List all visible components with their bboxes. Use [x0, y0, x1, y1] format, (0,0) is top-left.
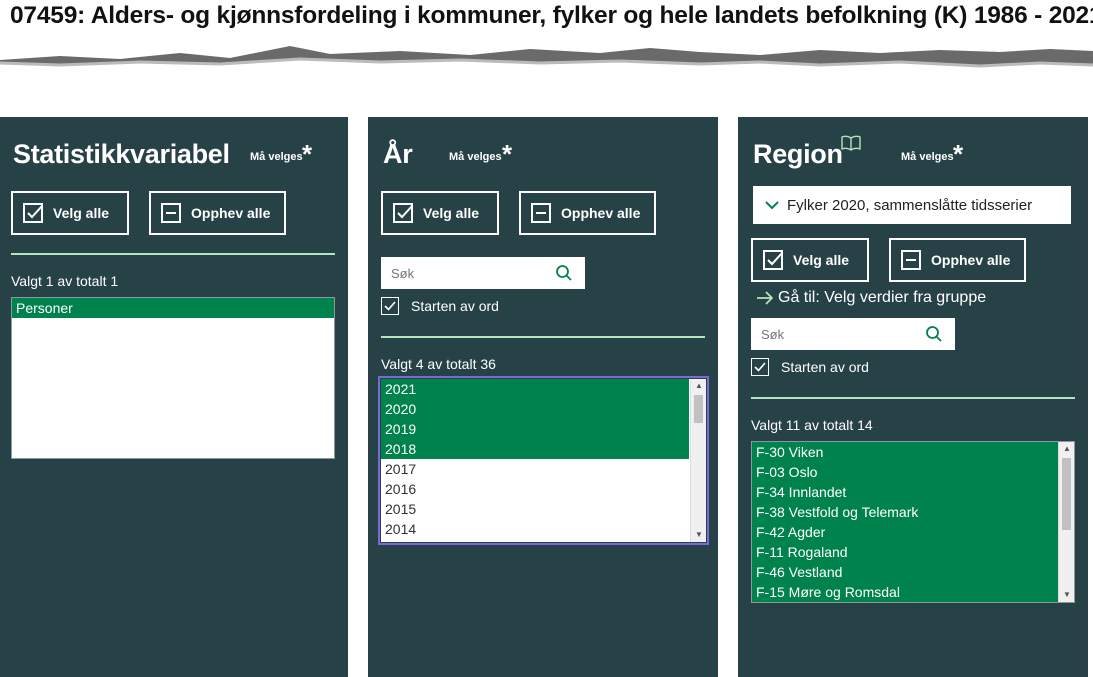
search-input[interactable] — [381, 264, 543, 282]
list-item[interactable]: F-30 Viken — [752, 442, 1058, 462]
aar-listbox[interactable]: 2021 2020 2019 2018 2017 2016 2015 2014 … — [381, 379, 706, 542]
deselect-all-label: Opphev alle — [931, 252, 1011, 268]
page-title: 07459: Alders- og kjønnsfordeling i komm… — [10, 2, 1093, 29]
select-all-label: Velg alle — [793, 252, 850, 268]
word-start-checkbox[interactable]: Starten av ord — [751, 358, 869, 376]
list-item[interactable]: F-11 Rogaland — [752, 542, 1058, 562]
panel-title: Statistikkvariabel — [13, 139, 230, 169]
checkbox-checked-icon — [23, 203, 43, 223]
checkbox-checked-icon[interactable] — [381, 297, 399, 315]
scroll-down-arrow-icon[interactable]: ▼ — [695, 531, 703, 539]
checkbox-checked-icon — [763, 250, 783, 270]
deselect-all-button[interactable]: Opphev alle — [519, 191, 656, 235]
chevron-down-icon — [765, 201, 779, 210]
list-item[interactable]: 2016 — [381, 479, 689, 499]
scroll-thumb[interactable] — [1062, 458, 1071, 530]
deselect-all-button[interactable]: Opphev alle — [889, 238, 1026, 282]
panel-title: År — [383, 139, 413, 169]
required-label: Må velges — [250, 151, 303, 163]
selection-count: Valgt 4 av totalt 36 — [381, 356, 496, 372]
checkbox-checked-icon — [393, 203, 413, 223]
word-start-label: Starten av ord — [411, 298, 499, 314]
deselect-all-label: Opphev alle — [561, 205, 641, 221]
required-label: Må velges — [901, 151, 954, 163]
statistikkvariabel-panel: Statistikkvariabel Må velges * Velg alle… — [0, 117, 348, 677]
scrollbar[interactable]: ▲ ▼ — [1058, 442, 1074, 602]
search-field[interactable] — [751, 318, 955, 350]
scroll-up-arrow-icon[interactable]: ▲ — [695, 382, 703, 390]
required-star: * — [953, 139, 964, 169]
region-grouping-dropdown[interactable]: Fylker 2020, sammenslåtte tidsserier — [753, 186, 1071, 224]
search-field[interactable] — [381, 257, 585, 289]
list-item[interactable]: F-15 Møre og Romsdal — [752, 582, 1058, 602]
list-item[interactable]: 2015 — [381, 499, 689, 519]
select-all-label: Velg alle — [423, 205, 480, 221]
list-item[interactable]: F-42 Agder — [752, 522, 1058, 542]
selection-count: Valgt 11 av totalt 14 — [751, 417, 873, 433]
search-icon[interactable] — [925, 325, 943, 343]
list-item[interactable]: 2017 — [381, 459, 689, 479]
list-item[interactable]: Personer — [12, 298, 334, 318]
search-input[interactable] — [751, 325, 913, 343]
required-star: * — [502, 139, 513, 169]
search-icon[interactable] — [555, 264, 573, 282]
deselect-all-label: Opphev alle — [191, 205, 271, 221]
scroll-up-arrow-icon[interactable]: ▲ — [1063, 445, 1071, 453]
list-item[interactable]: F-34 Innlandet — [752, 482, 1058, 502]
scroll-down-arrow-icon[interactable]: ▼ — [1063, 591, 1071, 599]
book-icon[interactable] — [841, 135, 861, 151]
list-item[interactable]: F-46 Vestland — [752, 562, 1058, 582]
region-listbox[interactable]: F-30 Viken F-03 Oslo F-34 Innlandet F-38… — [751, 441, 1075, 603]
required-star: * — [302, 139, 313, 169]
goto-group-label: Gå til: Velg verdier fra gruppe — [778, 289, 987, 306]
goto-group-link[interactable]: Gå til: Velg verdier fra gruppe — [756, 289, 986, 307]
divider — [11, 253, 335, 255]
selection-count: Valgt 1 av totalt 1 — [11, 273, 119, 289]
scrollbar[interactable]: ▲ ▼ — [690, 379, 706, 542]
list-item[interactable]: 2019 — [381, 419, 689, 439]
select-all-button[interactable]: Velg alle — [381, 191, 499, 235]
arrow-right-icon — [757, 291, 774, 305]
list-item[interactable]: 2018 — [381, 439, 689, 459]
list-item[interactable]: 2020 — [381, 399, 689, 419]
aar-panel: År Må velges * Velg alle Opphev alle Sta… — [368, 117, 718, 677]
deselect-all-button[interactable]: Opphev alle — [149, 191, 286, 235]
select-all-button[interactable]: Velg alle — [751, 238, 869, 282]
select-all-button[interactable]: Velg alle — [11, 191, 129, 235]
panel-title: Region — [753, 139, 843, 169]
checkbox-minus-icon — [161, 203, 181, 223]
divider — [381, 336, 705, 338]
statistikk-listbox[interactable]: Personer — [11, 297, 335, 459]
torn-edge-decoration — [0, 46, 1093, 68]
required-label: Må velges — [449, 151, 502, 163]
list-item[interactable]: 2021 — [381, 379, 689, 399]
checkbox-minus-icon — [901, 250, 921, 270]
scroll-thumb[interactable] — [694, 395, 703, 423]
divider — [751, 397, 1075, 399]
list-item[interactable]: 2014 — [381, 519, 689, 539]
checkbox-minus-icon — [531, 203, 551, 223]
list-item[interactable]: F-38 Vestfold og Telemark — [752, 502, 1058, 522]
checkbox-checked-icon[interactable] — [751, 358, 769, 376]
word-start-label: Starten av ord — [781, 359, 869, 375]
word-start-checkbox[interactable]: Starten av ord — [381, 297, 499, 315]
select-all-label: Velg alle — [53, 205, 110, 221]
dropdown-value: Fylker 2020, sammenslåtte tidsserier — [787, 196, 1033, 214]
region-panel: Region Må velges * Fylker 2020, sammensl… — [738, 117, 1088, 677]
list-item[interactable]: F-03 Oslo — [752, 462, 1058, 482]
